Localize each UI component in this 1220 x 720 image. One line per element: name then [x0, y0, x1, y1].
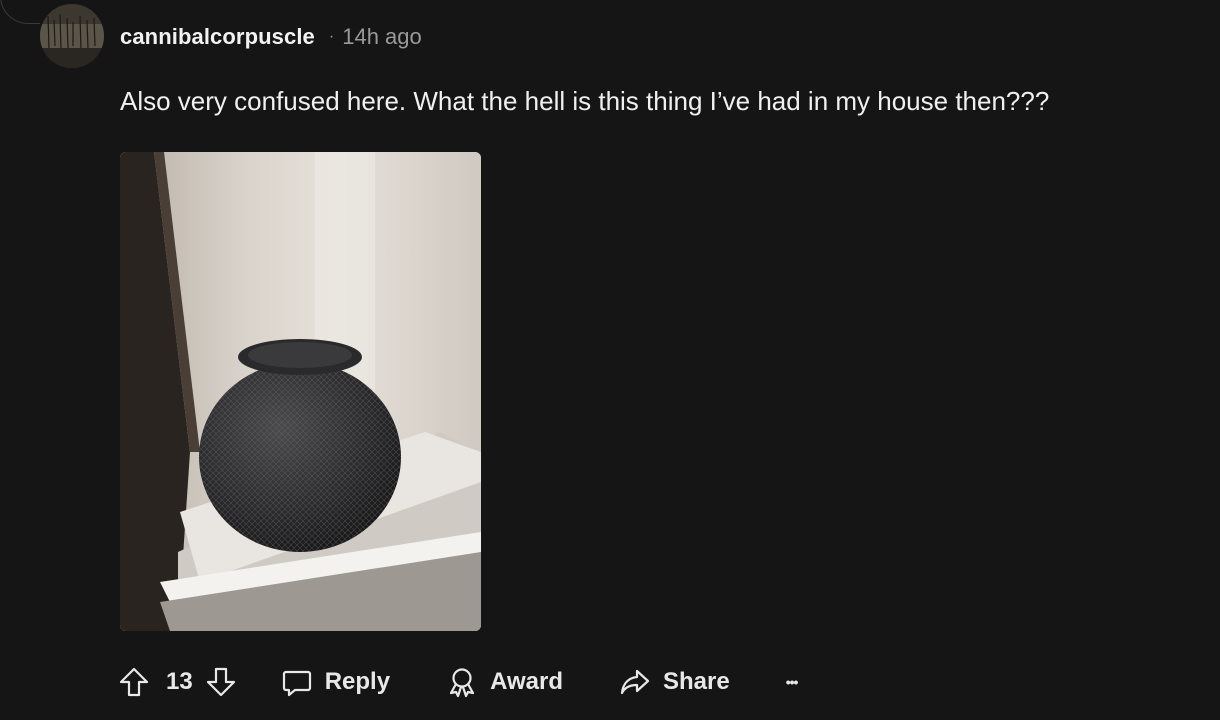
- arrow-up-icon: [119, 667, 149, 697]
- thread-line: [0, 0, 40, 24]
- speech-bubble-icon: [282, 670, 311, 697]
- arrow-down-icon: [206, 667, 235, 697]
- reply-label: Reply: [324, 668, 391, 695]
- comment-image[interactable]: [120, 152, 481, 631]
- award-button[interactable]: Award: [446, 666, 563, 698]
- share-button[interactable]: Share: [619, 666, 730, 698]
- upvote-button[interactable]: [118, 666, 150, 698]
- ellipsis-icon: •••: [785, 674, 799, 690]
- comment-author[interactable]: cannibalcorpuscle: [120, 24, 315, 50]
- avatar[interactable]: [40, 4, 104, 68]
- more-options-button[interactable]: •••: [785, 674, 799, 690]
- avatar-image: [40, 4, 104, 68]
- meta-separator: ·: [328, 28, 335, 45]
- comment-actions: 13 Reply Award Share •••: [118, 660, 799, 704]
- comment-timestamp[interactable]: 14h ago: [342, 24, 422, 50]
- reply-button[interactable]: Reply: [281, 666, 390, 698]
- award-ribbon-icon: [449, 668, 475, 698]
- comment-meta: cannibalcorpuscle · 14h ago: [120, 22, 422, 52]
- share-arrow-icon: [620, 669, 650, 695]
- speaker-photo: [120, 152, 481, 631]
- vote-count: 13: [166, 668, 193, 695]
- award-label: Award: [490, 668, 563, 695]
- downvote-button[interactable]: [205, 666, 237, 698]
- comment-text: Also very confused here. What the hell i…: [120, 86, 1050, 116]
- share-label: Share: [662, 668, 730, 695]
